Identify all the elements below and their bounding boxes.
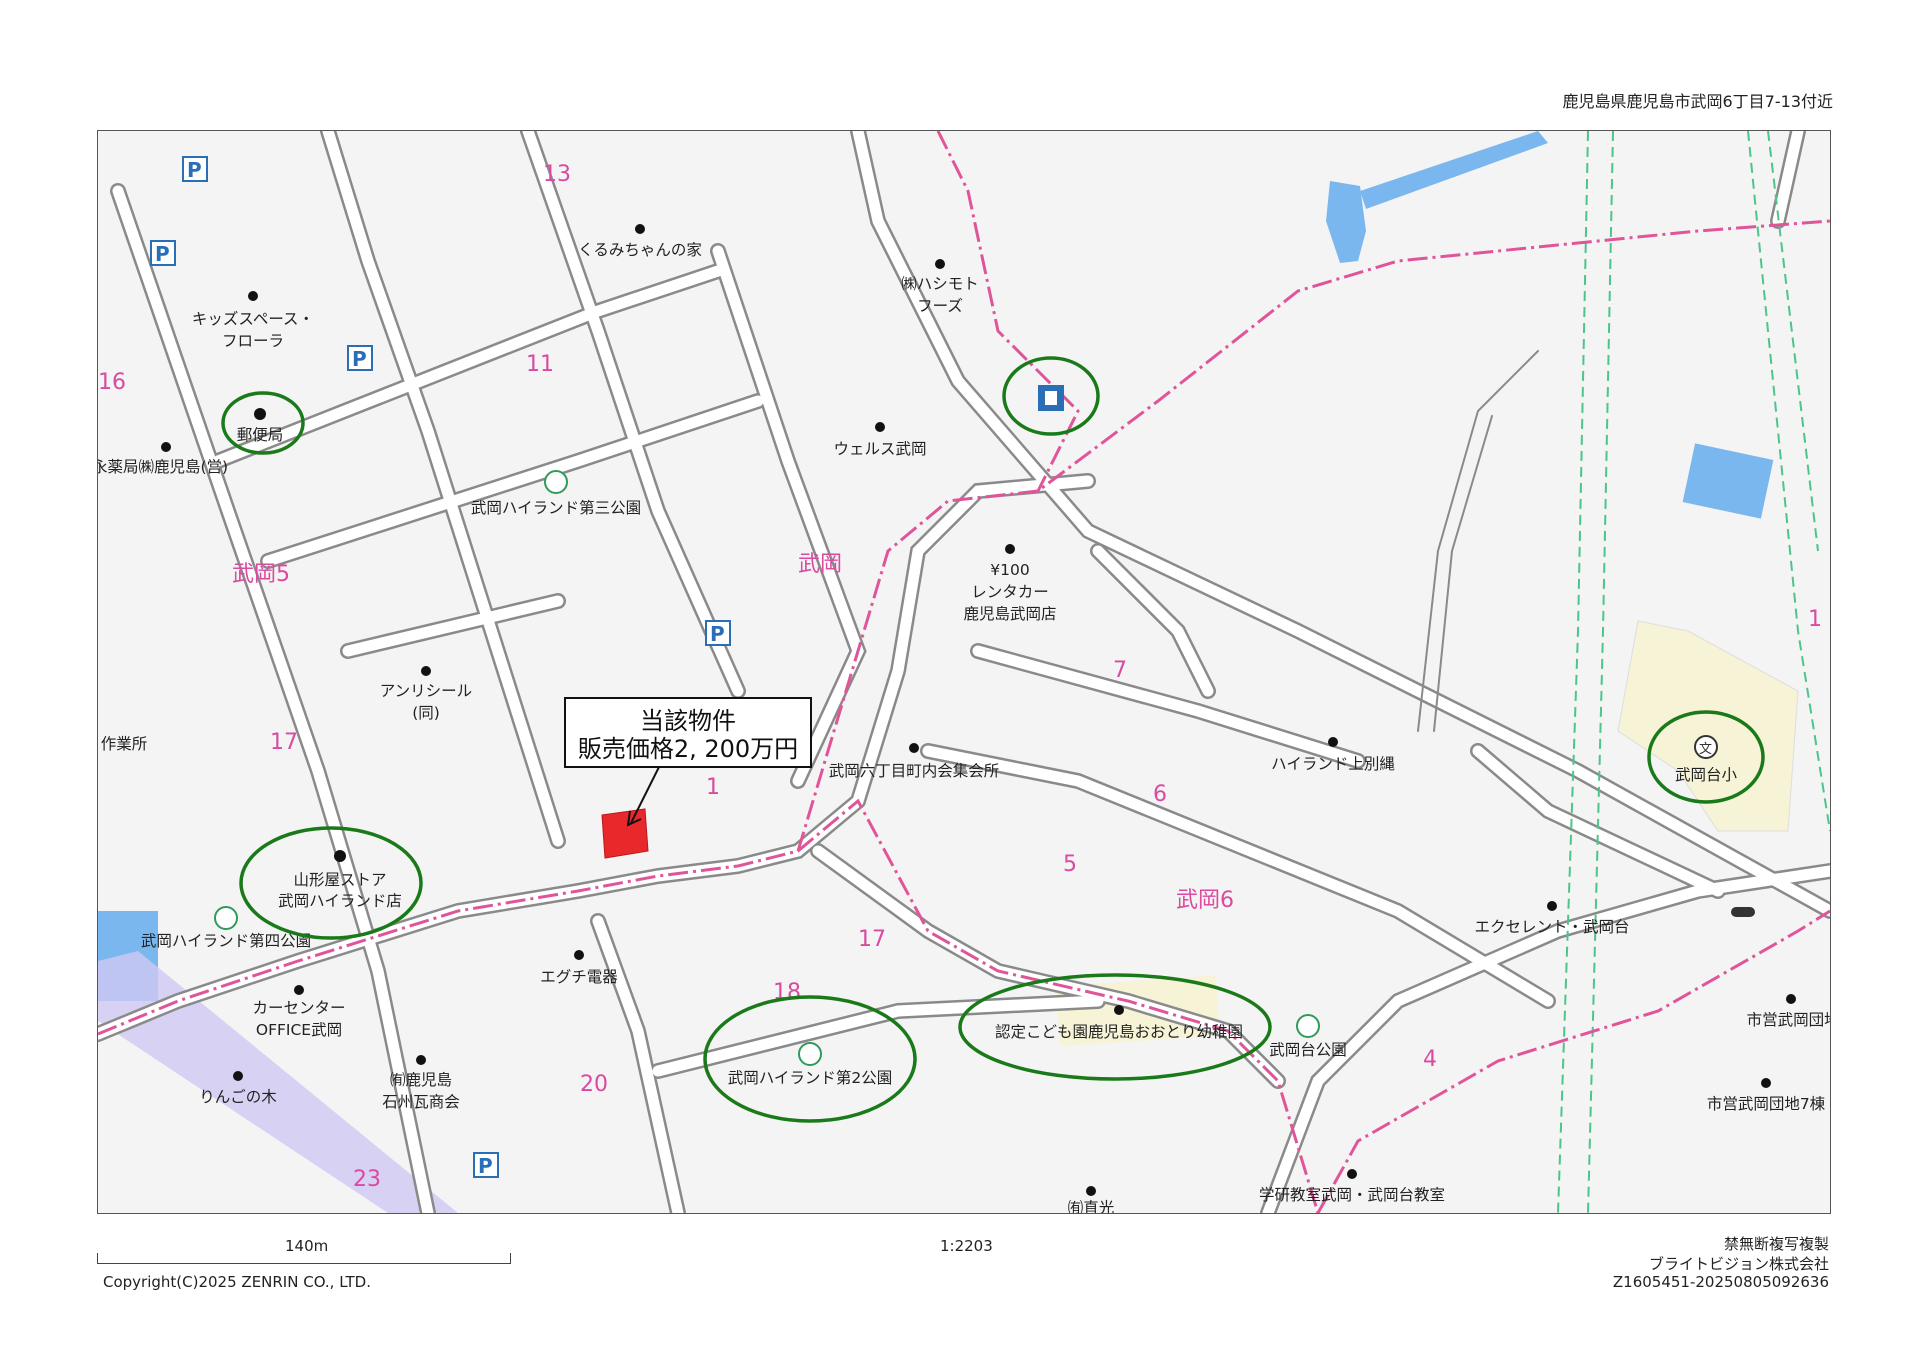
svg-text:P: P [478,1154,493,1178]
svg-text:山形屋ストア: 山形屋ストア [293,871,386,889]
svg-text:郵便局: 郵便局 [237,426,284,444]
svg-text:P: P [352,347,367,371]
svg-text:くるみちゃんの家: くるみちゃんの家 [578,241,702,259]
area-label: 武岡6 [1176,888,1234,913]
block-number: 6 [1153,782,1167,807]
svg-text:アンリシール: アンリシール [380,682,472,700]
property-price: 販売価格2, 200万円 [578,735,798,763]
svg-text:学研教室武岡・武岡台教室: 学研教室武岡・武岡台教室 [1259,1186,1445,1204]
block-number: 11 [526,352,554,377]
svg-text:ハイランド上別縄: ハイランド上別縄 [1271,755,1395,773]
block-number: 20 [580,1072,608,1097]
svg-text:作業所: 作業所 [101,735,148,753]
svg-text:P: P [155,242,170,266]
block-number: 1 [706,775,720,800]
svg-text:市営武岡団地7棟: 市営武岡団地7棟 [1707,1095,1826,1113]
svg-text:ウェルス武岡: ウェルス武岡 [833,440,926,458]
svg-text:石州瓦商会: 石州瓦商会 [382,1093,460,1111]
header-address: 鹿児島県鹿児島市武岡6丁目7-13付近 [1562,92,1834,111]
svg-text:P: P [710,622,725,646]
svg-text:フローラ: フローラ [222,332,284,350]
svg-text:レンタカー: レンタカー [971,583,1049,601]
svg-text:武岡台小: 武岡台小 [1675,766,1738,784]
scale-bar [97,1253,511,1264]
svg-text:¥100: ¥100 [990,561,1029,579]
svg-text:永薬局㈱鹿児島(営): 永薬局㈱鹿児島(営) [98,458,228,476]
block-number: 17 [858,927,886,952]
block-number: 17 [270,730,298,755]
property-title: 当該物件 [640,707,736,735]
svg-text:キッズスペース・: キッズスペース・ [192,310,314,328]
svg-text:エクセレント・武岡台: エクセレント・武岡台 [1474,918,1629,936]
svg-text:エグチ電器: エグチ電器 [540,968,618,986]
block-number: 16 [98,370,126,395]
traffic-light-icon [1731,907,1755,917]
svg-text:㈲鹿児島: ㈲鹿児島 [390,1071,452,1089]
block-number: 1 [1808,607,1822,632]
document-id: Z1605451-20250805092636 [1612,1273,1829,1291]
block-number: 5 [1063,852,1077,877]
svg-text:P: P [187,158,202,182]
svg-text:㈲直光: ㈲直光 [1068,1199,1115,1213]
copyright: Copyright(C)2025 ZENRIN CO., LTD. [103,1273,371,1291]
svg-text:フーズ: フーズ [917,297,963,315]
svg-text:カーセンター: カーセンター [252,999,345,1017]
svg-text:文: 文 [1699,742,1712,757]
svg-text:武岡ハイランド店: 武岡ハイランド店 [278,892,402,910]
block-number: 13 [543,162,571,187]
svg-text:OFFICE武岡: OFFICE武岡 [256,1021,342,1039]
block-number: 4 [1423,1047,1437,1072]
scale-ratio: 1:2203 [940,1237,993,1255]
svg-text:武岡台公園: 武岡台公園 [1269,1041,1347,1059]
area-label: 武岡 [798,552,842,577]
svg-text:鹿児島武岡店: 鹿児島武岡店 [963,605,1056,623]
company-name: ブライトビジョン株式会社 [1648,1255,1829,1273]
block-number: 7 [1113,658,1127,683]
block-number: 23 [353,1167,381,1192]
notice: 禁無断複写複製 [1723,1235,1829,1253]
svg-text:市営武岡団地1: 市営武岡団地1 [1747,1011,1830,1029]
svg-text:りんごの木: りんごの木 [199,1088,277,1106]
svg-text:武岡ハイランド第四公園: 武岡ハイランド第四公園 [141,932,311,950]
svg-text:認定こども園鹿児島おおとり幼稚園: 認定こども園鹿児島おおとり幼稚園 [995,1023,1243,1041]
svg-text:武岡ハイランド第2公園: 武岡ハイランド第2公園 [728,1069,893,1087]
svg-text:武岡六丁目町内会集会所: 武岡六丁目町内会集会所 [829,762,1000,780]
property-marker[interactable] [601,808,649,859]
area-label: 武岡5 [232,562,290,587]
map-view[interactable]: 13 11 16 17 1 7 6 5 17 18 20 23 4 1 武岡5 … [97,130,1831,1214]
svg-text:㈱ハシモト: ㈱ハシモト [901,275,979,293]
svg-text:武岡ハイランド第三公園: 武岡ハイランド第三公園 [471,499,641,517]
svg-text:(同): (同) [412,704,440,722]
